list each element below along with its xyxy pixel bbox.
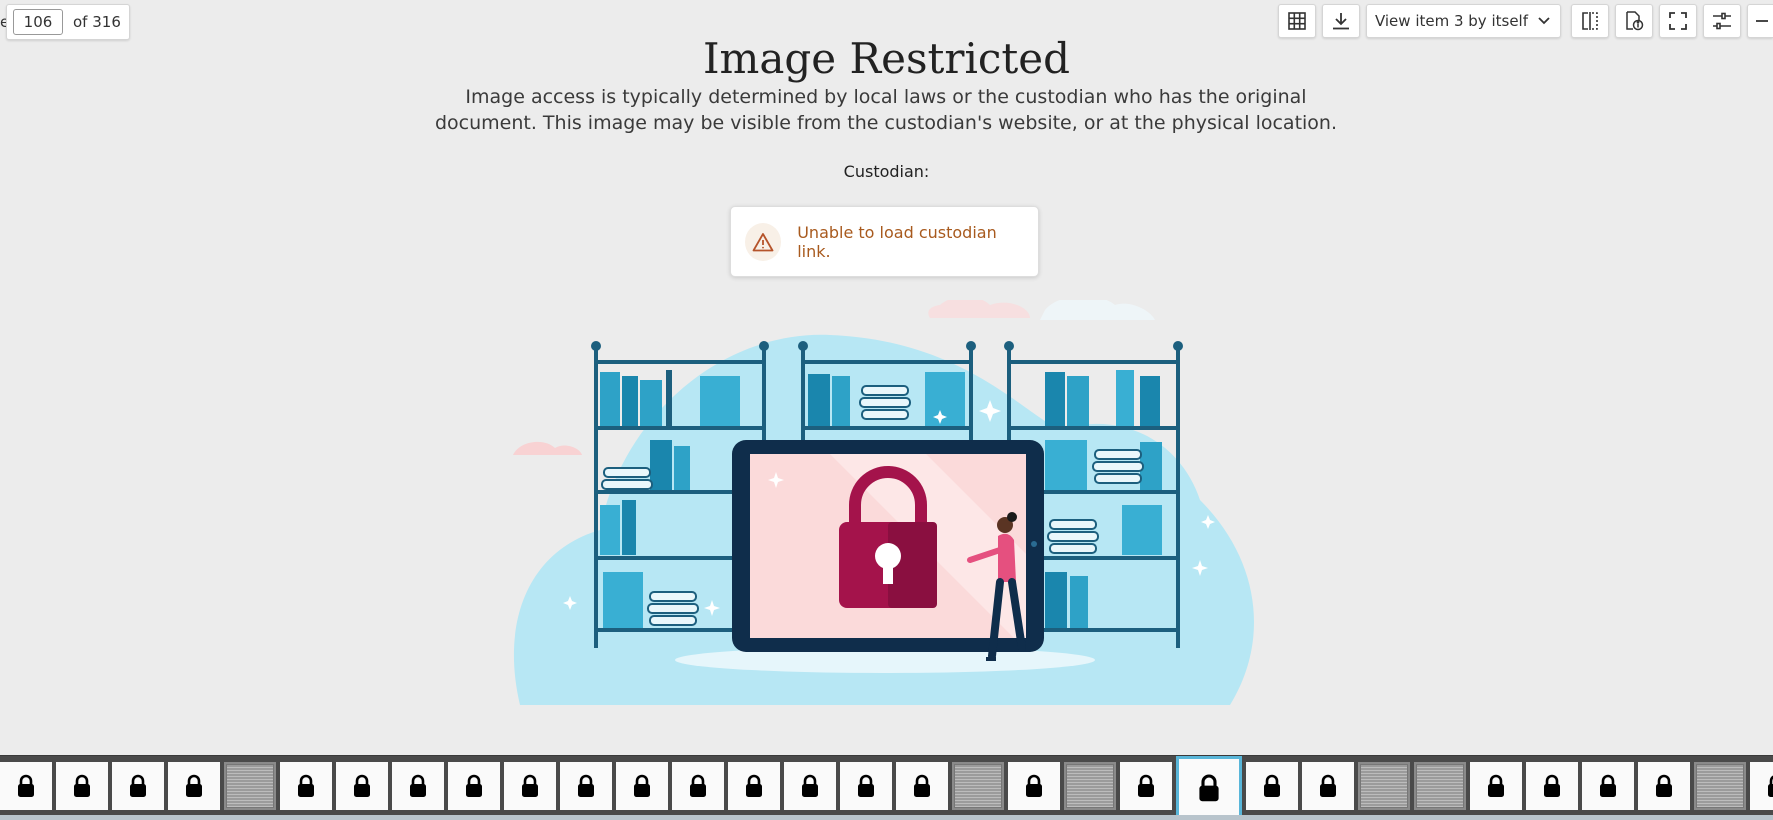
document-thumbnail bbox=[1416, 764, 1464, 808]
grid-icon bbox=[1288, 12, 1306, 30]
lock-icon bbox=[1320, 774, 1336, 797]
lock-icon bbox=[18, 774, 34, 797]
lock-icon bbox=[746, 774, 762, 797]
filmstrip-thumb-restricted[interactable] bbox=[392, 762, 444, 810]
fullscreen-button[interactable] bbox=[1659, 4, 1697, 38]
zoom-out-button[interactable] bbox=[1747, 4, 1773, 38]
lock-icon bbox=[578, 774, 594, 797]
filmstrip-thumb-restricted[interactable] bbox=[112, 762, 164, 810]
filmstrip-thumbnails bbox=[0, 756, 1773, 820]
lock-icon bbox=[802, 774, 818, 797]
fullscreen-icon bbox=[1669, 12, 1687, 30]
minus-icon bbox=[1755, 20, 1768, 22]
filmstrip-scrollbar[interactable] bbox=[0, 815, 1773, 820]
view-mode-label: View item 3 by itself bbox=[1374, 12, 1528, 30]
download-button[interactable] bbox=[1321, 4, 1360, 38]
view-mode-select[interactable]: View item 3 by itself bbox=[1365, 4, 1561, 38]
compare-button[interactable] bbox=[1571, 4, 1609, 38]
filmstrip-thumb-image[interactable] bbox=[1064, 762, 1116, 810]
filmstrip-thumb-restricted[interactable] bbox=[56, 762, 108, 810]
document-info-button[interactable] bbox=[1615, 4, 1653, 38]
filmstrip-thumb-restricted[interactable] bbox=[448, 762, 500, 810]
filmstrip-thumb-image[interactable] bbox=[224, 762, 276, 810]
page-number-input[interactable] bbox=[13, 9, 63, 35]
filmstrip-thumb-image[interactable] bbox=[952, 762, 1004, 810]
grid-view-button[interactable] bbox=[1277, 4, 1316, 38]
filmstrip-thumb-restricted[interactable] bbox=[728, 762, 780, 810]
info-icon bbox=[1626, 11, 1644, 31]
lock-icon bbox=[466, 774, 482, 797]
filmstrip-thumb-restricted[interactable] bbox=[1470, 762, 1522, 810]
filmstrip-thumb-restricted[interactable] bbox=[560, 762, 612, 810]
filmstrip-thumb-restricted[interactable] bbox=[840, 762, 892, 810]
lock-icon bbox=[634, 774, 650, 797]
warning-icon bbox=[745, 222, 782, 261]
lock-icon bbox=[522, 774, 538, 797]
filmstrip-thumb-restricted[interactable] bbox=[1120, 762, 1172, 810]
chevron-down-icon bbox=[1538, 17, 1550, 25]
filmstrip-thumb-restricted[interactable] bbox=[504, 762, 556, 810]
lock-icon bbox=[1656, 774, 1672, 797]
document-thumbnail bbox=[954, 764, 1002, 808]
filmstrip-thumb-restricted[interactable] bbox=[896, 762, 948, 810]
filmstrip-thumb-restricted[interactable] bbox=[784, 762, 836, 810]
description-line-1: Image access is typically determined by … bbox=[465, 86, 1307, 108]
compare-icon bbox=[1582, 12, 1598, 30]
lock-icon bbox=[186, 774, 202, 797]
adjust-image-button[interactable] bbox=[1703, 4, 1741, 38]
filmstrip-thumb-restricted[interactable] bbox=[1302, 762, 1354, 810]
filmstrip-thumb-restricted[interactable] bbox=[1582, 762, 1634, 810]
lock-icon bbox=[914, 774, 930, 797]
description-line-2: document. This image may be visible from… bbox=[434, 112, 1338, 134]
filmstrip-thumb-restricted[interactable] bbox=[1246, 762, 1298, 810]
filmstrip-thumb-image[interactable] bbox=[1358, 762, 1410, 810]
filmstrip-thumb-restricted[interactable] bbox=[1526, 762, 1578, 810]
custodian-label: Custodian: bbox=[843, 162, 930, 181]
lock-icon bbox=[1544, 774, 1560, 797]
document-thumbnail bbox=[1360, 764, 1408, 808]
filmstrip-thumb-restricted[interactable] bbox=[280, 762, 332, 810]
document-thumbnail bbox=[1696, 764, 1744, 808]
filmstrip-thumb-restricted[interactable] bbox=[616, 762, 668, 810]
lock-icon bbox=[1138, 774, 1154, 797]
lock-icon bbox=[858, 774, 874, 797]
alert-message: Unable to load custodian link. bbox=[797, 222, 997, 261]
filmstrip-thumb-restricted[interactable] bbox=[336, 762, 388, 810]
filmstrip-thumb-restricted[interactable] bbox=[168, 762, 220, 810]
filmstrip-thumb-restricted[interactable] bbox=[0, 762, 52, 810]
custodian-error-alert: Unable to load custodian link. bbox=[730, 206, 1039, 277]
filmstrip-thumb-image[interactable] bbox=[1414, 762, 1466, 810]
filmstrip-thumb-restricted[interactable] bbox=[1008, 762, 1060, 810]
lock-icon bbox=[690, 774, 706, 797]
page-title: Image Restricted bbox=[702, 34, 1071, 83]
filmstrip-thumb-restricted[interactable] bbox=[1750, 762, 1773, 810]
lock-icon bbox=[1768, 775, 1773, 797]
lock-icon bbox=[74, 774, 90, 797]
filmstrip-thumb-restricted[interactable] bbox=[1638, 762, 1690, 810]
filmstrip-thumb-restricted[interactable] bbox=[672, 762, 724, 810]
viewer-toolbar: View item 3 by itself bbox=[1277, 4, 1773, 38]
lock-icon bbox=[410, 774, 426, 797]
lock-icon bbox=[1600, 774, 1616, 797]
lock-icon bbox=[354, 774, 370, 797]
lock-icon bbox=[298, 774, 314, 797]
document-thumbnail bbox=[226, 764, 274, 808]
filmstrip-thumb-image[interactable] bbox=[1694, 762, 1746, 810]
restricted-library-illustration bbox=[513, 300, 1254, 705]
page-filmstrip bbox=[0, 755, 1773, 820]
lock-icon bbox=[130, 774, 146, 797]
lock-icon bbox=[1199, 774, 1219, 802]
download-icon bbox=[1332, 13, 1349, 30]
filmstrip-thumb-current[interactable] bbox=[1176, 756, 1242, 820]
lock-icon bbox=[1264, 774, 1280, 797]
sliders-icon bbox=[1713, 12, 1731, 30]
lock-icon bbox=[1488, 774, 1504, 797]
document-thumbnail bbox=[1066, 764, 1114, 808]
restriction-description: Image access is typically determined by … bbox=[386, 84, 1386, 136]
lock-icon bbox=[1026, 774, 1042, 797]
page-total-label: of 316 bbox=[73, 13, 121, 31]
